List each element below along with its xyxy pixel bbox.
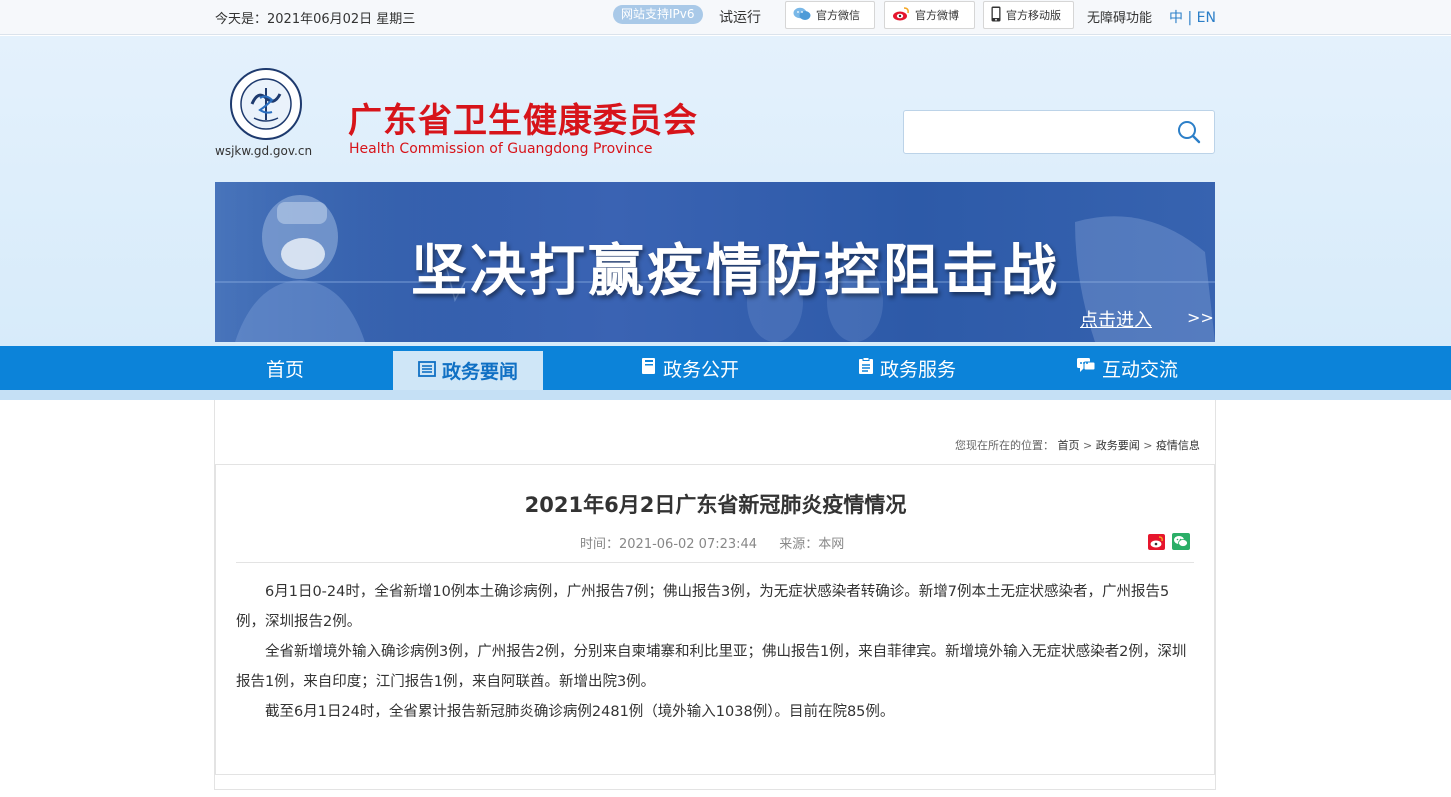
site-domain: wsjkw.gd.gov.cn [215, 144, 313, 158]
nav-item-gov-service[interactable]: 政务服务 [832, 346, 982, 390]
lang-en-link[interactable]: EN [1197, 10, 1216, 26]
banner-title: 坚决打赢疫情防控阻击战 [411, 239, 1060, 304]
search-input[interactable] [910, 117, 1160, 147]
article-source: 来源：本网 [779, 537, 845, 552]
search-box [903, 110, 1215, 154]
article-paragraph: 全省新增境外输入确诊病例3例，广州报告2例，分别来自柬埔寨和利比里亚；佛山报告1… [236, 644, 1187, 690]
share-weibo-icon[interactable] [1148, 534, 1165, 550]
official-wechat-button[interactable]: 官方微信 [785, 1, 875, 29]
breadcrumb-epidemic-info[interactable]: 疫情信息 [1156, 439, 1200, 452]
breadcrumb-news[interactable]: 政务要闻 [1096, 439, 1140, 452]
nav-underline [0, 390, 1451, 400]
main-nav: 首页 政务要闻 政务公开 政务服务 互动交流 [0, 346, 1451, 390]
share-wechat-icon[interactable] [1172, 533, 1190, 550]
site-subtitle: Health Commission of Guangdong Province [349, 141, 653, 157]
site-title[interactable]: 广东省卫生健康委员会 [348, 93, 698, 142]
official-weibo-label: 官方微博 [915, 9, 959, 22]
wechat-icon [793, 7, 811, 24]
breadcrumb-separator: > [1083, 439, 1093, 452]
nav-item-interaction[interactable]: 互动交流 [1052, 346, 1202, 390]
site-logo[interactable] [230, 68, 302, 140]
breadcrumb-home[interactable]: 首页 [1058, 439, 1080, 452]
epidemic-banner[interactable]: 坚决打赢疫情防控阻击战 点击进入 >> [215, 182, 1215, 342]
clipboard-icon [858, 356, 874, 380]
nav-item-label: 互动交流 [1101, 358, 1178, 381]
nav-item-label: 首页 [265, 358, 304, 381]
top-bar: 今天是：2021年06月02日 星期三 网站支持IPv6 试运行 官方微信 官方… [0, 0, 1451, 35]
article-title: 2021年6月2日广东省新冠肺炎疫情情况 [524, 493, 907, 517]
search-icon[interactable] [1176, 119, 1202, 145]
nav-item-news[interactable]: 政务要闻 [393, 351, 543, 390]
article-body: 6月1日0-24时，全省新增10例本土确诊病例，广州报告7例；佛山报告3例，为无… [236, 577, 1196, 727]
article-divider [236, 562, 1194, 563]
official-mobile-label: 官方移动版 [1006, 9, 1061, 22]
language-switcher: 中 | EN [1169, 7, 1216, 27]
nav-item-label: 政务公开 [662, 358, 739, 381]
banner-enter-link[interactable]: 点击进入 [1080, 306, 1152, 332]
lang-separator: | [1187, 10, 1193, 26]
lang-zh-link[interactable]: 中 [1169, 10, 1183, 26]
ipv6-badge: 网站支持IPv6 [613, 5, 703, 24]
trial-text: 试运行 [719, 10, 761, 26]
accessibility-link[interactable]: 无障碍功能 [1087, 7, 1152, 26]
official-mobile-button[interactable]: 官方移动版 [983, 1, 1074, 29]
nav-item-home[interactable]: 首页 [215, 346, 355, 390]
mobile-phone-icon [991, 6, 1001, 25]
article-time: 时间：2021-06-02 07:23:44 [580, 537, 758, 552]
official-weibo-button[interactable]: 官方微博 [884, 1, 975, 29]
breadcrumb-separator: > [1143, 439, 1153, 452]
breadcrumb: 您现在所在的位置： 首页 > 政务要闻 > 疫情信息 [955, 437, 1200, 453]
nav-item-gov-open[interactable]: 政务公开 [615, 346, 765, 390]
weibo-icon [892, 6, 910, 24]
official-wechat-label: 官方微信 [816, 9, 860, 22]
article-meta: 时间：2021-06-02 07:23:44 来源：本网 [580, 533, 862, 552]
article-paragraph: 6月1日0-24时，全省新增10例本土确诊病例，广州报告7例；佛山报告3例，为无… [236, 584, 1170, 630]
breadcrumb-prefix: 您现在所在的位置： [955, 439, 1054, 452]
list-icon [418, 360, 436, 382]
nav-item-label: 政务要闻 [441, 361, 518, 383]
article-paragraph: 截至6月1日24时，全省累计报告新冠肺炎确诊病例2481例（境外输入1038例）… [265, 704, 895, 720]
chat-icon [1076, 357, 1096, 380]
date-text: 今天是：2021年06月02日 星期三 [215, 12, 416, 27]
nav-item-label: 政务服务 [879, 358, 956, 381]
book-icon [641, 357, 657, 380]
banner-arrows: >> [1187, 308, 1214, 327]
